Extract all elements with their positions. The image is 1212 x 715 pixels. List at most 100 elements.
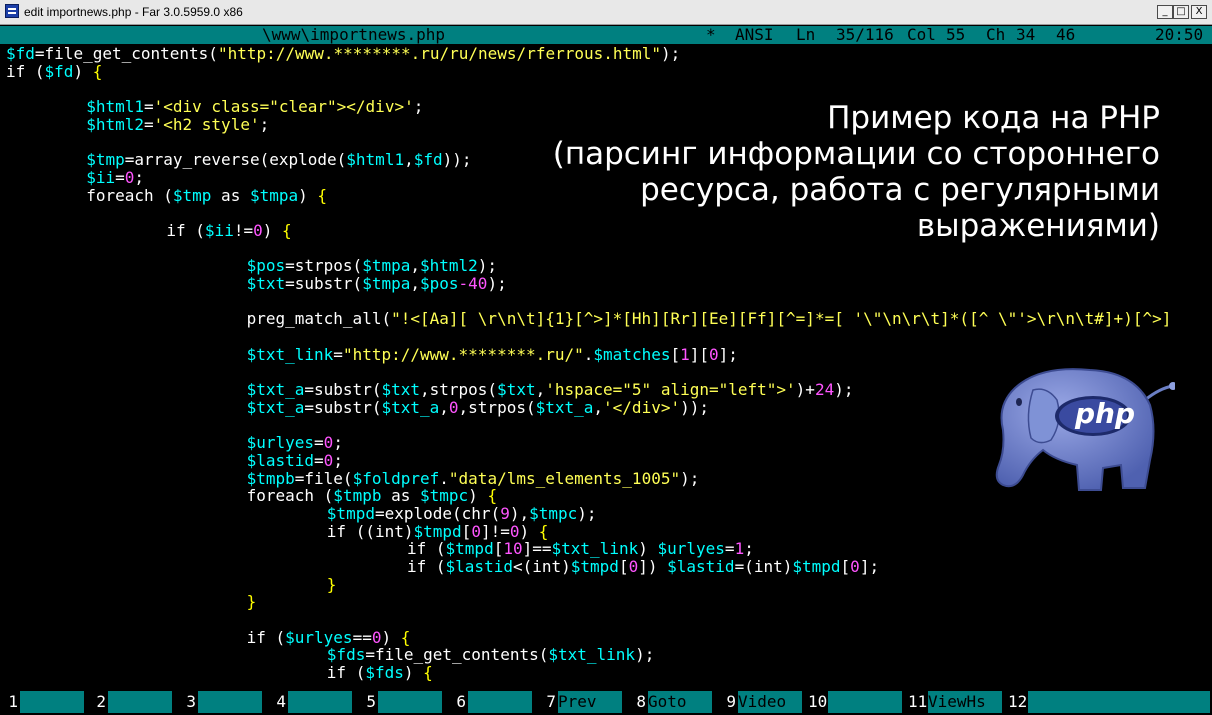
code-token-default: , <box>410 256 420 276</box>
code-token-default: =substr( <box>304 380 382 400</box>
code-token-default: if ( <box>246 627 286 647</box>
caption-line: выражениями) <box>916 208 1160 244</box>
code-token-brace: } <box>326 574 337 594</box>
code-token-default: ) <box>381 627 401 647</box>
code-line[interactable]: if ($urlyes==0) { <box>6 627 1206 647</box>
code-token-var: $tmpd <box>413 521 462 541</box>
code-token-default: ); <box>661 45 681 63</box>
fkey-3[interactable]: 3 <box>178 691 262 713</box>
fkey-10[interactable]: 10 <box>808 691 902 713</box>
code-line[interactable]: $pos=strpos($tmpa,$html2); <box>6 257 1206 275</box>
code-line[interactable]: if ($tmpd[10]==$txt_link) $urlyes=1; <box>6 540 1206 558</box>
code-token-default: ; <box>333 433 343 453</box>
code-token-str: "http://www.********.ru/" <box>342 344 584 364</box>
code-token-var: $tmpa <box>249 185 299 205</box>
code-token-default: ); <box>477 256 498 276</box>
code-token-var: $foldpref <box>352 468 440 488</box>
code-token-default: )); <box>680 397 709 417</box>
fkey-number: 6 <box>456 692 466 711</box>
code-token-default: ) <box>298 185 318 205</box>
fkey-12[interactable]: 12 <box>1008 691 1210 713</box>
char-label: Ch <box>986 25 1006 44</box>
code-token-default: [ <box>618 556 629 576</box>
code-token-num: 0 <box>471 521 481 541</box>
code-token-var: $txt_a <box>246 380 305 400</box>
code-token-default: ); <box>635 645 655 665</box>
code-line[interactable] <box>6 293 1206 311</box>
code-line[interactable]: preg_match_all("!<[Aa][ \r\n\t]{1}[^>]*[… <box>6 310 1206 328</box>
code-token-default: , <box>404 150 414 170</box>
code-token-default: if ( <box>6 61 45 81</box>
code-line[interactable]: if ($fds) { <box>6 664 1206 682</box>
fkey-4[interactable]: 4 <box>268 691 352 713</box>
fkey-9[interactable]: 9 Video <box>718 691 802 713</box>
code-token-num: 0 <box>448 397 459 417</box>
code-token-default: if ( <box>407 556 446 576</box>
code-token-var: $pos <box>246 256 286 276</box>
code-token-default: ; <box>333 450 343 470</box>
close-button[interactable]: X <box>1191 5 1207 19</box>
code-line[interactable]: } <box>6 593 1206 611</box>
code-line[interactable] <box>6 80 1206 98</box>
code-line[interactable]: $txt=substr($tmpa,$pos-40); <box>6 275 1206 293</box>
code-token-var: $tmpd <box>445 539 494 559</box>
code-token-var: $lastid <box>445 556 513 576</box>
code-token-var: $matches <box>593 344 671 364</box>
fkey-number: 9 <box>726 692 736 711</box>
fkey-1[interactable]: 1 <box>0 691 84 713</box>
code-token-default: = <box>143 97 154 117</box>
fkey-11[interactable]: 11ViewHs <box>908 691 1002 713</box>
code-token-default: ) <box>262 220 282 240</box>
fkey-label: ViewHs <box>928 691 1002 713</box>
code-token-var: $txt_link <box>246 344 334 364</box>
code-line[interactable]: $tmpd=explode(chr(9),$tmpc); <box>6 505 1206 523</box>
line-label: Ln <box>796 25 816 44</box>
code-token-var: $txt <box>381 380 420 400</box>
code-token-var: $tmp <box>172 185 212 205</box>
code-line[interactable] <box>6 328 1206 346</box>
code-token-var: $txt <box>246 273 286 293</box>
fkey-7[interactable]: 7 Prev <box>538 691 622 713</box>
fkey-5[interactable]: 5 <box>358 691 442 713</box>
code-token-str: "!<[Aa][ \r\n\t]{1}[^>]*[Hh][Rr][Ee][Ff]… <box>391 309 1172 329</box>
far-app-icon[interactable] <box>5 4 19 18</box>
code-token-var: $tmpd <box>570 556 619 576</box>
code-line[interactable]: $fd=file_get_contents("http://www.******… <box>6 45 1206 63</box>
code-token-default: ; <box>744 539 754 559</box>
code-token-var: $fds <box>365 663 404 683</box>
code-token-default: ), <box>509 503 530 523</box>
code-token-default: = <box>115 167 125 187</box>
code-line[interactable]: $fds=file_get_contents($txt_link); <box>6 646 1206 664</box>
encoding-indicator[interactable]: ANSI <box>735 26 774 44</box>
fkey-6[interactable]: 6 <box>448 691 532 713</box>
fkey-label <box>378 691 442 713</box>
code-token-default: , <box>410 273 420 293</box>
code-token-var: $fd <box>413 150 443 170</box>
fkey-2[interactable]: 2 <box>88 691 172 713</box>
maximize-button[interactable]: □ <box>1173 5 1189 19</box>
fkey-number: 7 <box>546 692 556 711</box>
code-token-num: 1 <box>680 344 690 364</box>
code-token-default: preg_match_all( <box>246 309 392 329</box>
code-line[interactable]: if ($lastid<(int)$tmpd[0]) $lastid=(int)… <box>6 558 1206 576</box>
code-line[interactable]: } <box>6 574 1206 594</box>
function-key-bar: 1 2 3 4 5 6 7 Prev 8 Goto 9 Video 10 11ViewHs 12 <box>0 690 1212 715</box>
minimize-button[interactable]: _ <box>1157 5 1173 19</box>
fkey-number: 10 <box>808 692 828 711</box>
code-line[interactable]: if ((int)$tmpd[0]!=0) { <box>6 521 1206 541</box>
code-token-var: $fd <box>6 45 35 63</box>
code-token-default: != <box>233 220 254 240</box>
code-token-str: "http://www.********.ru/ru/news/rferrous… <box>217 45 662 63</box>
code-token-default: ) <box>403 663 424 683</box>
code-line[interactable] <box>6 611 1206 629</box>
code-token-num: -40 <box>458 273 488 293</box>
line-position: 35/116 <box>836 25 894 44</box>
code-token-var: $txt_link <box>548 645 636 665</box>
code-token-default: ) <box>73 61 93 81</box>
code-line[interactable]: if ($fd) { <box>6 61 1206 81</box>
code-token-var: $tmpb <box>333 486 382 506</box>
code-token-default: , <box>439 397 449 417</box>
code-token-var: $tmpa <box>362 256 411 276</box>
fkey-number: 4 <box>276 692 286 711</box>
fkey-8[interactable]: 8 Goto <box>628 691 712 713</box>
